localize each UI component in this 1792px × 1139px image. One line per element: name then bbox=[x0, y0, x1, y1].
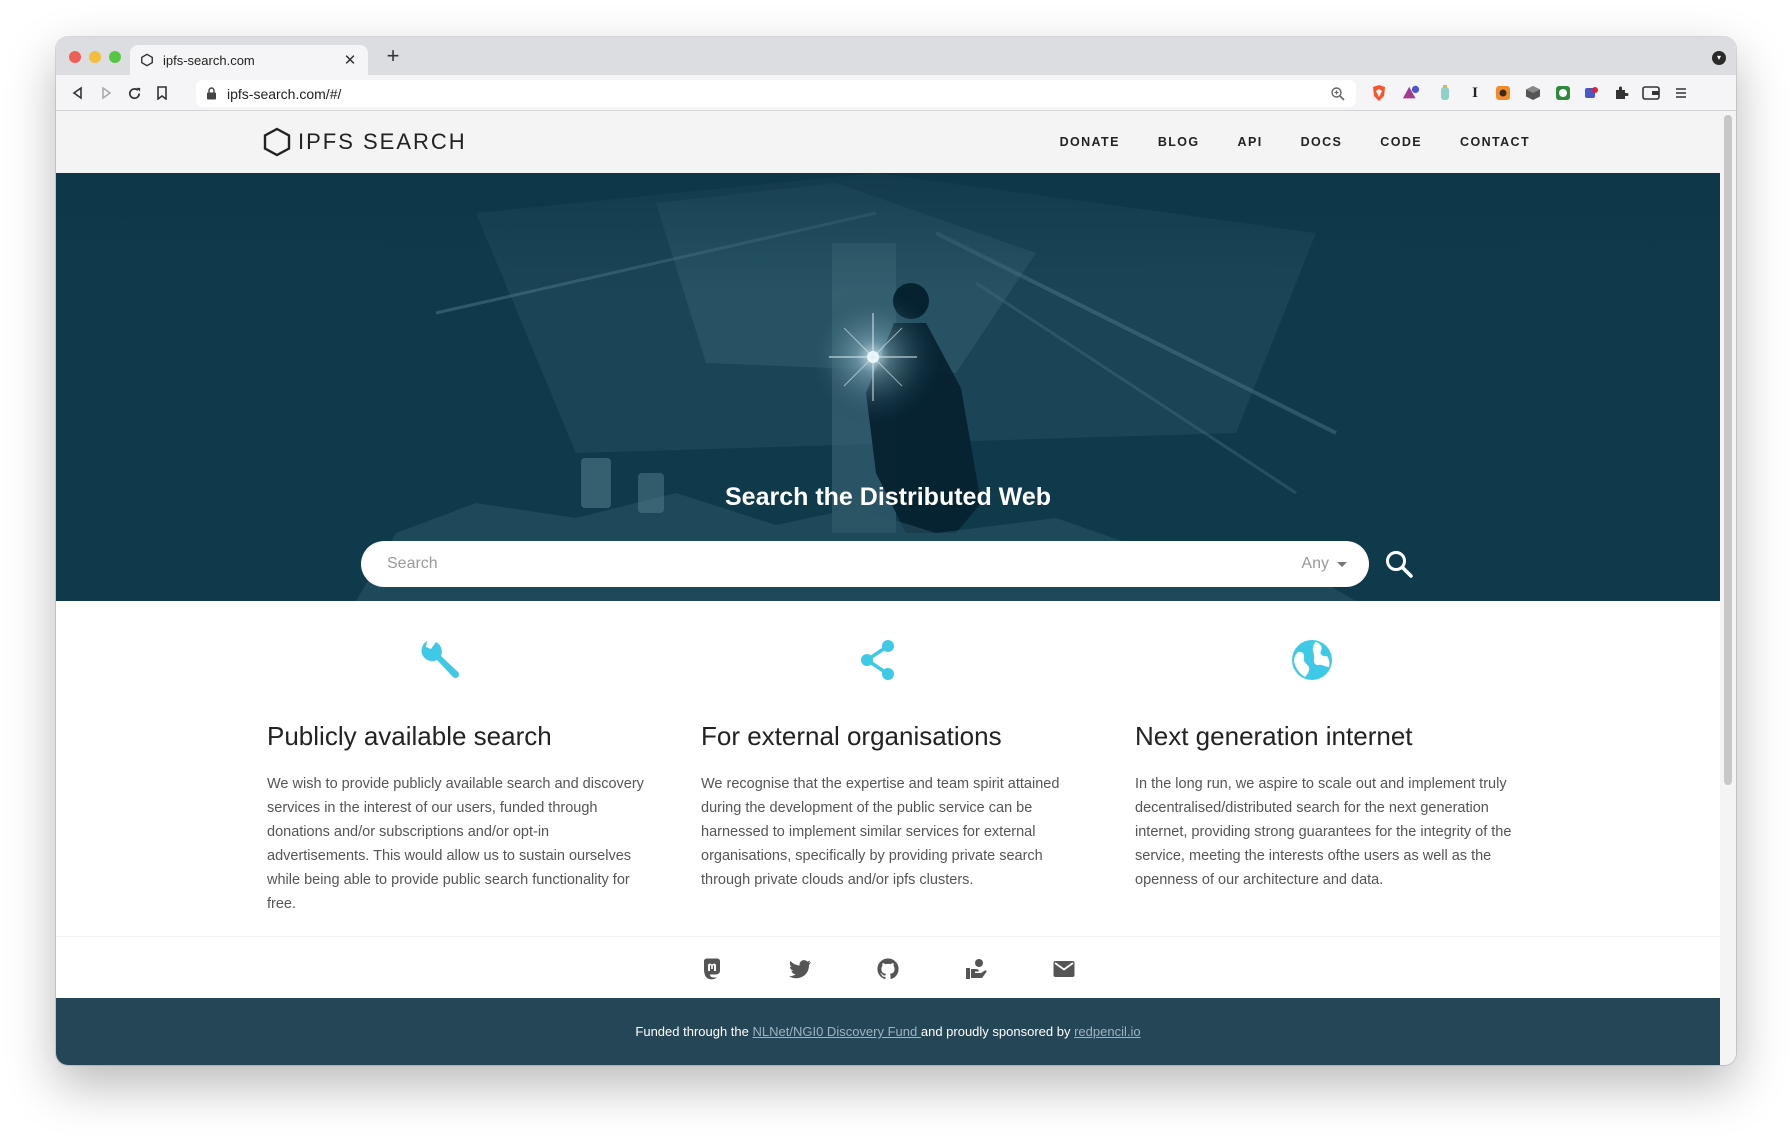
reload-icon bbox=[128, 87, 140, 99]
hero-title: Search the Distributed Web bbox=[725, 483, 1051, 511]
tab-close-icon[interactable]: ✕ bbox=[342, 51, 358, 69]
extension-cube-icon[interactable] bbox=[1524, 84, 1542, 102]
wallet-icon[interactable] bbox=[1642, 84, 1660, 102]
nav-api[interactable]: API bbox=[1238, 135, 1263, 149]
bookmark-icon bbox=[157, 86, 167, 100]
nav-contact[interactable]: CONTACT bbox=[1460, 135, 1530, 149]
brave-shields-icon[interactable] bbox=[1370, 84, 1388, 102]
forward-button[interactable] bbox=[96, 83, 116, 103]
page-scrollbar[interactable] bbox=[1720, 111, 1736, 1065]
github-icon[interactable] bbox=[876, 957, 900, 981]
feature-text: In the long run, we aspire to scale out … bbox=[1135, 776, 1512, 888]
site-header: IPFS SEARCH DONATE BLOG API DOCS CODE CO… bbox=[56, 111, 1720, 173]
hero-background-image bbox=[56, 173, 1720, 601]
browser-toolbar: ipfs-search.com/#/ I bbox=[56, 75, 1736, 111]
extension-orange-icon[interactable] bbox=[1494, 84, 1512, 102]
back-arrow-icon bbox=[72, 86, 82, 100]
tab-title: ipfs-search.com bbox=[163, 52, 255, 68]
back-button[interactable] bbox=[68, 83, 88, 103]
caret-down-icon bbox=[1337, 561, 1347, 567]
close-window-button[interactable] bbox=[69, 51, 81, 63]
url-text: ipfs-search.com/#/ bbox=[227, 85, 342, 102]
wrench-icon bbox=[421, 641, 460, 679]
brave-rewards-icon[interactable] bbox=[1402, 84, 1420, 102]
nav-docs[interactable]: DOCS bbox=[1301, 135, 1343, 149]
tab-strip: ipfs-search.com ✕ + ▾ bbox=[56, 37, 1736, 75]
feature-title: For external organisations bbox=[701, 721, 1002, 751]
feature-title: Next generation internet bbox=[1135, 721, 1413, 751]
zoom-icon[interactable] bbox=[1330, 86, 1346, 102]
twitter-icon[interactable] bbox=[788, 957, 812, 981]
new-tab-button[interactable]: + bbox=[381, 45, 405, 69]
browser-window: ipfs-search.com ✕ + ▾ ipfs-search.com/#/ bbox=[56, 37, 1736, 1065]
nav-code[interactable]: CODE bbox=[1380, 135, 1422, 149]
menu-icon[interactable] bbox=[1672, 84, 1690, 102]
lock-icon bbox=[207, 87, 216, 100]
minimize-window-button[interactable] bbox=[89, 51, 101, 63]
nav-blog[interactable]: BLOG bbox=[1158, 135, 1200, 149]
site-logo[interactable]: IPFS SEARCH bbox=[262, 127, 467, 157]
puzzle-extensions-icon[interactable] bbox=[1612, 84, 1630, 102]
search-type-value: Any bbox=[1301, 555, 1329, 572]
logo-text: IPFS SEARCH bbox=[298, 129, 467, 154]
mastodon-icon[interactable] bbox=[700, 957, 724, 981]
features-section: Publicly available search We wish to pro… bbox=[56, 601, 1720, 936]
extension-badge-icon[interactable] bbox=[1582, 84, 1600, 102]
forward-arrow-icon bbox=[102, 86, 112, 100]
maximize-window-button[interactable] bbox=[109, 51, 121, 63]
hero-section: Search the Distributed Web Any bbox=[56, 173, 1720, 601]
search-type-dropdown[interactable]: Any bbox=[1301, 555, 1347, 573]
main-nav: DONATE BLOG API DOCS CODE CONTACT bbox=[1060, 135, 1530, 149]
bookmark-button[interactable] bbox=[152, 83, 172, 103]
tab-search-icon[interactable]: ▾ bbox=[1712, 51, 1726, 65]
address-bar[interactable]: ipfs-search.com/#/ bbox=[196, 80, 1356, 107]
footer-middle: and proudly sponsored by bbox=[920, 1024, 1071, 1039]
page-viewport: IPFS SEARCH DONATE BLOG API DOCS CODE CO… bbox=[56, 111, 1720, 1065]
fund-link[interactable]: NLNet/NGI0 Discovery Fund bbox=[753, 1024, 921, 1039]
browser-tab[interactable]: ipfs-search.com ✕ bbox=[130, 45, 368, 75]
extension-i-icon[interactable]: I bbox=[1466, 84, 1484, 102]
extension-green-icon[interactable] bbox=[1554, 84, 1572, 102]
share-icon bbox=[861, 640, 894, 680]
mail-icon[interactable] bbox=[1052, 957, 1076, 981]
search-icon[interactable] bbox=[1384, 549, 1414, 579]
reload-button[interactable] bbox=[124, 83, 144, 103]
globe-icon bbox=[1292, 640, 1332, 680]
sponsor-link[interactable]: redpencil.io bbox=[1074, 1024, 1141, 1039]
extension-bottle-icon[interactable] bbox=[1436, 84, 1454, 102]
hexagon-favicon-icon bbox=[141, 53, 153, 67]
hexagon-logo-icon bbox=[263, 127, 291, 157]
search-input[interactable] bbox=[387, 555, 1302, 573]
search-box: Any bbox=[361, 541, 1369, 587]
donate-hand-icon[interactable] bbox=[964, 957, 988, 981]
site-footer: Funded through the NLNet/NGI0 Discovery … bbox=[56, 998, 1720, 1065]
feature-text: We recognise that the expertise and team… bbox=[701, 776, 1060, 888]
nav-donate[interactable]: DONATE bbox=[1060, 135, 1120, 149]
footer-prefix: Funded through the bbox=[635, 1024, 749, 1039]
social-links bbox=[56, 936, 1720, 998]
scrollbar-thumb[interactable] bbox=[1724, 115, 1732, 785]
feature-title: Publicly available search bbox=[267, 721, 552, 751]
feature-text: We wish to provide publicly available se… bbox=[267, 776, 644, 912]
